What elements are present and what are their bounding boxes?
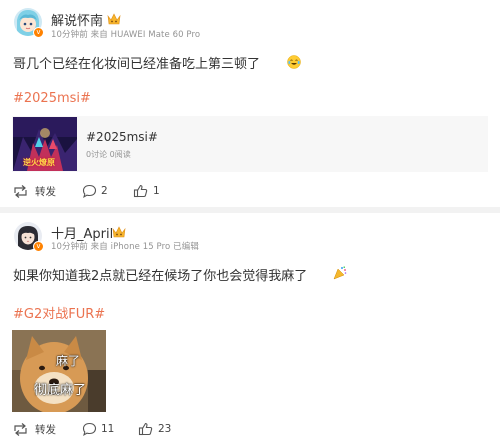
meme-caption-line-2: 彻底麻了: [34, 383, 87, 398]
user-name[interactable]: 解说怀南: [51, 10, 103, 29]
meme-image[interactable]: 麻了 彻底麻了: [12, 330, 106, 412]
forward-icon: [13, 184, 28, 198]
like-count: 23: [158, 423, 172, 435]
topic-stats: 0讨论 0阅读: [86, 150, 131, 159]
crying-laughing-emoji-icon: [287, 54, 301, 69]
forward-label: 转发: [35, 423, 56, 436]
crown-badge-icon: [106, 11, 122, 25]
hashtag-link[interactable]: #2025msi#: [13, 91, 91, 106]
action-bar: 转发 11 23: [0, 417, 500, 440]
forward-button[interactable]: 转发: [13, 179, 56, 203]
crown-badge-icon: [111, 224, 127, 238]
forward-button[interactable]: 转发: [13, 417, 56, 440]
like-count: 1: [153, 185, 160, 197]
like-button[interactable]: 1: [133, 179, 160, 203]
comment-icon: [82, 422, 97, 436]
hashtag-link[interactable]: #G2对战FUR#: [13, 303, 105, 322]
topic-card[interactable]: 逆火燎原 #2025msi# 0讨论 0阅读: [12, 116, 488, 172]
comment-icon: [82, 184, 97, 198]
like-button[interactable]: 23: [138, 417, 171, 440]
verified-badge-icon: v: [33, 27, 44, 38]
post-meta: 10分钟前 来自 iPhone 15 Pro 已编辑: [51, 242, 199, 252]
comment-count: 2: [101, 185, 108, 197]
topic-thumbnail: 逆火燎原: [13, 117, 77, 171]
post-text: 如果你知道我2点就已经在候场了你也会觉得我麻了: [13, 269, 308, 284]
post-meta: 10分钟前 来自 HUAWEI Mate 60 Pro: [51, 30, 201, 40]
forward-label: 转发: [35, 185, 56, 198]
comment-button[interactable]: 2: [82, 179, 108, 203]
meme-caption-line-1: 麻了: [56, 354, 81, 368]
verified-badge-icon: v: [33, 241, 44, 252]
feed-post: v 十月_April 10分钟前 来自 iPhone 15 Pro 已编辑 如果…: [0, 213, 500, 440]
thumbs-up-icon: [138, 422, 153, 436]
topic-title[interactable]: #2025msi#: [86, 130, 158, 144]
confetti-emoji-icon: [333, 265, 347, 280]
action-bar: 转发 2 1: [0, 179, 500, 203]
topic-thumb-caption: 逆火燎原: [23, 158, 55, 167]
feed-post: v 解说怀南 10分钟前 来自 HUAWEI Mate 60 Pro 哥几个已经…: [0, 0, 500, 207]
comment-count: 11: [101, 423, 115, 435]
post-text: 哥几个已经在化妆间已经准备吃上第三顿了: [13, 57, 261, 72]
forward-icon: [13, 422, 28, 436]
thumbs-up-icon: [133, 184, 148, 198]
comment-button[interactable]: 11: [82, 417, 114, 440]
